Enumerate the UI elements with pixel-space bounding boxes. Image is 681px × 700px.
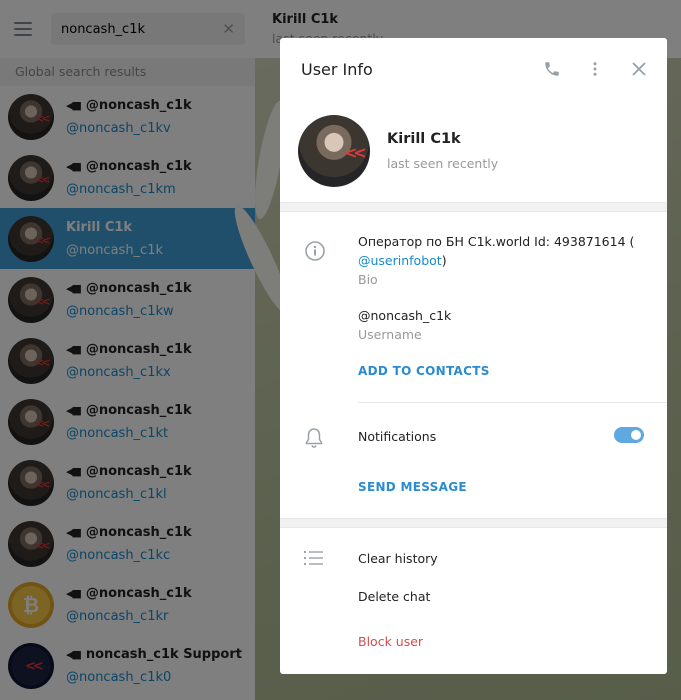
delete-chat-button[interactable]: Delete chat <box>358 589 430 604</box>
username-field: @noncash_c1k Username <box>358 306 648 342</box>
list-icon <box>304 550 324 570</box>
profile-name: Kirill C1k <box>387 131 461 147</box>
send-message-button[interactable]: SEND MESSAGE <box>358 480 467 494</box>
info-section: Оператор по БН C1k.world Id: 493871614 (… <box>280 212 667 402</box>
more-vertical-icon[interactable] <box>582 56 608 82</box>
modal-header: User Info <box>280 38 667 100</box>
phone-icon[interactable] <box>539 56 565 82</box>
actions-section: Clear history Delete chat Block user <box>280 528 667 674</box>
add-to-contacts-button[interactable]: ADD TO CONTACTS <box>358 364 490 378</box>
section-separator <box>280 202 667 212</box>
bio-field: Оператор по БН C1k.world Id: 493871614 (… <box>358 232 648 287</box>
username-label: Username <box>358 327 422 342</box>
avatar[interactable]: << <box>298 115 370 187</box>
block-user-button[interactable]: Block user <box>358 634 423 649</box>
close-icon[interactable] <box>626 56 652 82</box>
bell-icon <box>304 427 324 453</box>
profile-status: last seen recently <box>387 156 499 171</box>
user-info-modal: User Info << Kirill C1k last seen recent… <box>280 38 667 674</box>
notifications-section: Notifications SEND MESSAGE <box>280 402 667 518</box>
info-icon <box>304 240 326 266</box>
notifications-label: Notifications <box>358 429 437 444</box>
profile-block: << Kirill C1k last seen recently <box>280 100 667 202</box>
clear-history-button[interactable]: Clear history <box>358 551 438 566</box>
bio-link[interactable]: @userinfobot <box>358 253 442 268</box>
bio-value: Оператор по БН C1k.world Id: 493871614 (… <box>358 232 648 270</box>
bio-label: Bio <box>358 272 378 287</box>
username-value: @noncash_c1k <box>358 308 452 323</box>
modal-title: User Info <box>301 59 373 79</box>
bio-text: Оператор по БН C1k.world Id: 493871614 ( <box>358 234 635 249</box>
toggle-knob <box>629 428 643 442</box>
notifications-toggle[interactable] <box>614 427 644 443</box>
section-separator <box>280 518 667 528</box>
bio-suffix: ) <box>441 253 447 268</box>
